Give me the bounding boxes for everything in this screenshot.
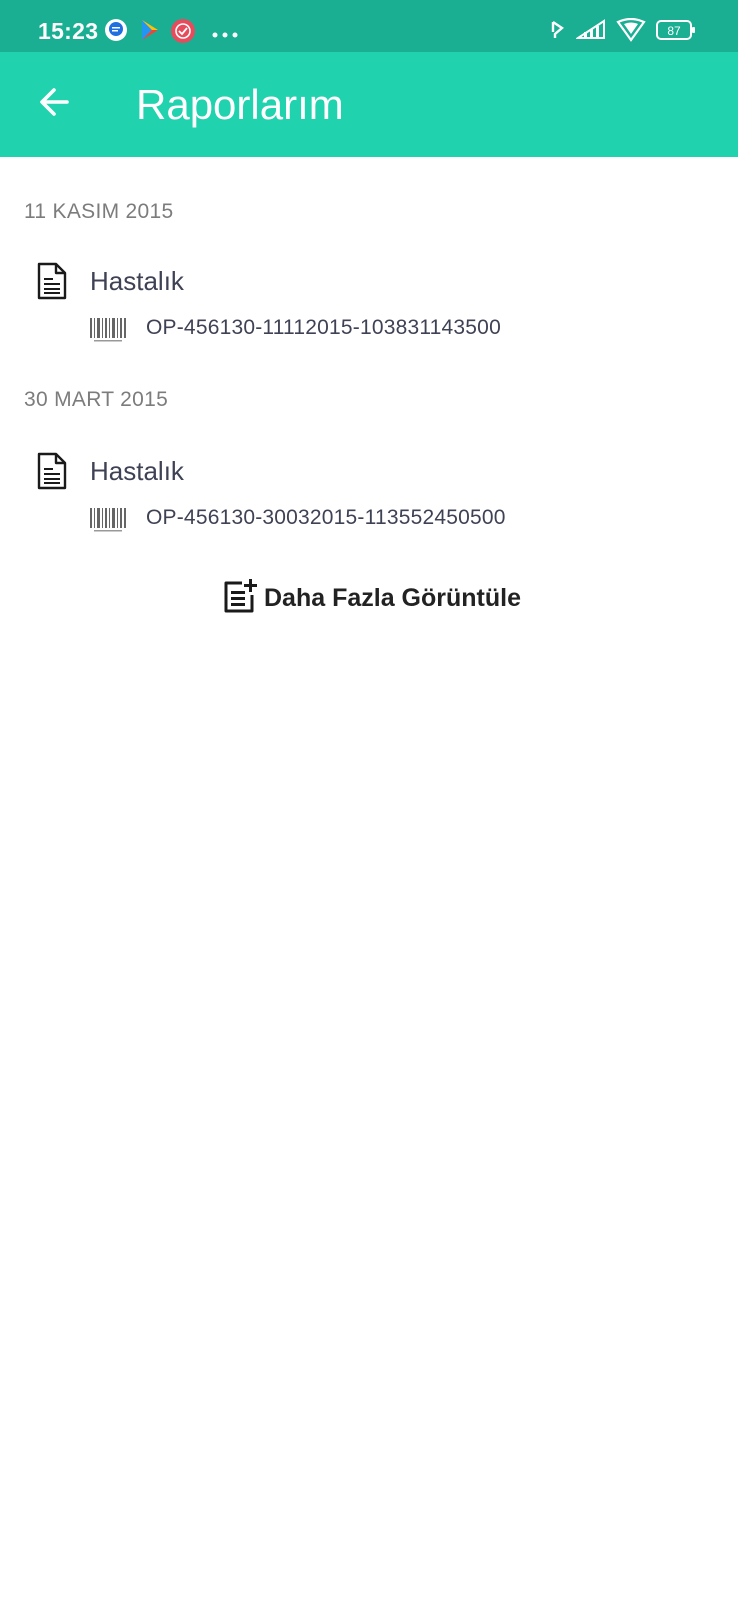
document-icon	[36, 452, 68, 495]
document-icon	[36, 262, 68, 305]
battery-level: 87	[667, 24, 681, 38]
wifi-icon	[616, 17, 646, 47]
play-store-icon	[138, 18, 162, 47]
more-dots-icon	[212, 26, 238, 44]
status-bar: 15:23 87	[0, 0, 738, 52]
view-more-button[interactable]: Daha Fazla Görüntüle	[222, 578, 521, 618]
app-badge-icon	[170, 18, 196, 49]
arrow-left-icon	[40, 88, 69, 116]
date-header: 11 KASIM 2015	[24, 200, 174, 223]
report-type: Hastalık	[90, 266, 184, 296]
report-item[interactable]: Hastalık OP-456130-11112015-103831143500	[0, 262, 738, 362]
bluetooth-icon	[550, 18, 566, 47]
report-code: OP-456130-30032015-113552450500	[146, 506, 506, 529]
status-time: 15:23	[38, 18, 99, 44]
report-code: OP-456130-11112015-103831143500	[146, 316, 501, 339]
back-button[interactable]	[28, 76, 80, 128]
page-title: Raporlarım	[136, 81, 344, 128]
signal-icon	[574, 18, 608, 47]
date-header: 30 MART 2015	[24, 388, 169, 411]
barcode-icon	[90, 318, 128, 347]
report-item[interactable]: Hastalık OP-456130-30032015-113552450500	[0, 452, 738, 552]
barcode-icon	[90, 508, 128, 537]
report-type: Hastalık	[90, 456, 184, 486]
battery-icon: 87	[656, 18, 696, 47]
messages-icon	[104, 18, 128, 47]
post-add-icon	[222, 578, 258, 619]
app-bar: Raporlarım	[0, 52, 738, 157]
view-more-label: Daha Fazla Görüntüle	[264, 583, 521, 612]
